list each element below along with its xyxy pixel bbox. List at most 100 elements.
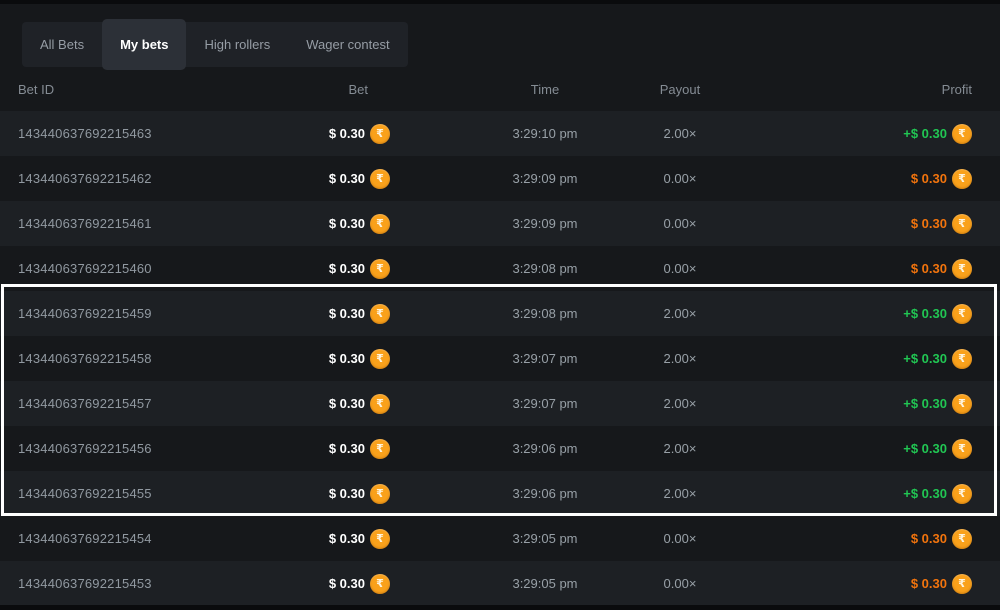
profit-amount: +$ 0.30	[903, 306, 947, 321]
coin-icon: ₹	[370, 124, 390, 144]
coin-icon: ₹	[370, 259, 390, 279]
table-row[interactable]: 143440637692215459 $ 0.30 ₹ 3:29:08 pm 2.…	[0, 291, 1000, 336]
bet-amount: $ 0.30	[329, 126, 365, 141]
bet-id-value: 143440637692215462	[0, 171, 300, 186]
profit-amount: $ 0.30	[911, 576, 947, 591]
bet-id-value: 143440637692215454	[0, 531, 300, 546]
bet-payout: 0.00×	[664, 261, 697, 276]
bet-id-value: 143440637692215457	[0, 396, 300, 411]
bet-payout: 2.00×	[664, 396, 697, 411]
bet-time: 3:29:06 pm	[512, 486, 577, 501]
bet-amount: $ 0.30	[329, 306, 365, 321]
coin-icon: ₹	[370, 529, 390, 549]
table-row[interactable]: 143440637692215460 $ 0.30 ₹ 3:29:08 pm 0.…	[0, 246, 1000, 291]
bet-id-value: 143440637692215458	[0, 351, 300, 366]
bet-amount: $ 0.30	[329, 486, 365, 501]
bet-time: 3:29:09 pm	[512, 171, 577, 186]
bet-id-value: 143440637692215463	[0, 126, 300, 141]
bet-payout: 2.00×	[664, 306, 697, 321]
profit-amount: $ 0.30	[911, 531, 947, 546]
bet-time: 3:29:05 pm	[512, 576, 577, 591]
bet-payout: 0.00×	[664, 576, 697, 591]
table-body: 143440637692215463 $ 0.30 ₹ 3:29:10 pm 2.…	[0, 111, 1000, 606]
table-row[interactable]: 143440637692215458 $ 0.30₹ 3:29:07 pm 2.…	[0, 336, 1000, 381]
table-row[interactable]: 143440637692215463 $ 0.30 ₹ 3:29:10 pm 2.…	[0, 111, 1000, 156]
coin-icon: ₹	[952, 439, 972, 459]
bet-id-value: 143440637692215459	[0, 306, 300, 321]
coin-icon: ₹	[952, 529, 972, 549]
bet-amount: $ 0.30	[329, 396, 365, 411]
table-row[interactable]: 143440637692215456 $ 0.30 ₹ 3:29:06 pm 2.…	[0, 426, 1000, 471]
bet-time: 3:29:09 pm	[512, 216, 577, 231]
header-profit: Profit	[942, 82, 1000, 97]
profit-amount: +$ 0.30	[903, 486, 947, 501]
coin-icon: ₹	[952, 349, 972, 369]
bet-time: 3:29:10 pm	[512, 126, 577, 141]
tab-high-rollers[interactable]: High rollers	[186, 22, 288, 67]
bet-time: 3:29:07 pm	[512, 396, 577, 411]
coin-icon: ₹	[370, 484, 390, 504]
coin-icon: ₹	[952, 259, 972, 279]
profit-amount: +$ 0.30	[903, 126, 947, 141]
table-header-row: Bet ID Bet Time Payout Profit	[0, 67, 1000, 111]
bet-payout: 2.00×	[664, 351, 697, 366]
bet-time: 3:29:07 pm	[512, 351, 577, 366]
bet-id-value: 143440637692215455	[0, 486, 300, 501]
bets-table: Bet ID Bet Time Payout Profit 1434406376…	[0, 67, 1000, 606]
coin-icon: ₹	[370, 304, 390, 324]
coin-icon: ₹	[370, 169, 390, 189]
bet-time: 3:29:08 pm	[512, 261, 577, 276]
table-row[interactable]: 143440637692215461 $ 0.30 ₹ 3:29:09 pm 0.…	[0, 201, 1000, 246]
bet-payout: 0.00×	[664, 216, 697, 231]
bet-time: 3:29:08 pm	[512, 306, 577, 321]
bet-payout: 0.00×	[664, 531, 697, 546]
coin-icon: ₹	[952, 394, 972, 414]
bet-time: 3:29:06 pm	[512, 441, 577, 456]
bet-amount: $ 0.30	[329, 441, 365, 456]
coin-icon: ₹	[952, 214, 972, 234]
bet-amount: $ 0.30	[329, 171, 365, 186]
table-row[interactable]: 143440637692215455 $ 0.30 ₹ 3:29:06 pm 2.…	[0, 471, 1000, 516]
bet-id-value: 143440637692215461	[0, 216, 300, 231]
bet-id-value: 143440637692215460	[0, 261, 300, 276]
tab-wager-contest[interactable]: Wager contest	[288, 22, 407, 67]
coin-icon: ₹	[370, 439, 390, 459]
bet-payout: 2.00×	[664, 441, 697, 456]
coin-icon: ₹	[952, 124, 972, 144]
bet-amount: $ 0.30	[329, 261, 365, 276]
bottom-edge-strip	[0, 605, 1000, 610]
header-bet: Bet	[348, 82, 390, 97]
table-row[interactable]: 143440637692215462 $ 0.30₹ 3:29:09 pm 0.…	[0, 156, 1000, 201]
header-time: Time	[531, 82, 559, 97]
coin-icon: ₹	[370, 394, 390, 414]
coin-icon: ₹	[370, 349, 390, 369]
profit-amount: $ 0.30	[911, 171, 947, 186]
header-bet-id: Bet ID	[0, 82, 300, 97]
profit-amount: $ 0.30	[911, 216, 947, 231]
coin-icon: ₹	[952, 484, 972, 504]
bet-amount: $ 0.30	[329, 531, 365, 546]
table-row[interactable]: 143440637692215454 $ 0.30 ₹ 3:29:05 pm 0.…	[0, 516, 1000, 561]
bet-payout: 2.00×	[664, 486, 697, 501]
table-row[interactable]: 143440637692215457 $ 0.30 ₹ 3:29:07 pm 2.…	[0, 381, 1000, 426]
profit-amount: +$ 0.30	[903, 351, 947, 366]
tab-my-bets[interactable]: My bets	[102, 19, 186, 70]
profit-amount: +$ 0.30	[903, 441, 947, 456]
tab-all-bets[interactable]: All Bets	[22, 22, 102, 67]
top-edge-strip	[0, 0, 1000, 4]
bets-tabbar: All Bets My bets High rollers Wager cont…	[22, 22, 408, 67]
header-payout: Payout	[660, 82, 700, 97]
table-row[interactable]: 143440637692215453 $ 0.30 ₹ 3:29:05 pm 0.…	[0, 561, 1000, 606]
profit-amount: $ 0.30	[911, 261, 947, 276]
bet-payout: 2.00×	[664, 126, 697, 141]
coin-icon: ₹	[952, 169, 972, 189]
coin-icon: ₹	[370, 214, 390, 234]
coin-icon: ₹	[952, 304, 972, 324]
bet-amount: $ 0.30	[329, 216, 365, 231]
bet-id-value: 143440637692215453	[0, 576, 300, 591]
bet-amount: $ 0.30	[329, 576, 365, 591]
coin-icon: ₹	[370, 574, 390, 594]
bet-id-value: 143440637692215456	[0, 441, 300, 456]
bet-time: 3:29:05 pm	[512, 531, 577, 546]
coin-icon: ₹	[952, 574, 972, 594]
